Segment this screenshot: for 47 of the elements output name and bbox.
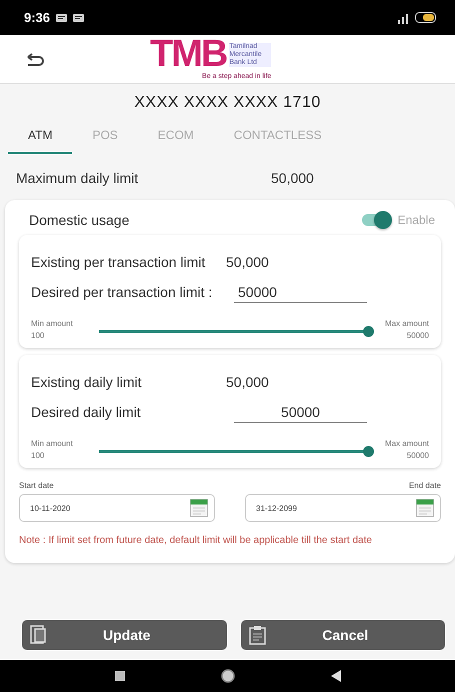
calendar-icon (416, 499, 434, 517)
document-icon (30, 625, 47, 645)
tab[interactable]: ATM (8, 118, 72, 154)
slider-caption: Min amount (31, 319, 73, 328)
amount-input-field[interactable]: 50000 (234, 402, 367, 422)
slider-value: 50000 (406, 451, 429, 460)
recent-apps-button[interactable] (114, 669, 126, 683)
date-field[interactable]: 31-12-2099 (245, 494, 441, 522)
note-text: Note : If limit set from future date, default limit will be applicable till the start date (19, 535, 373, 547)
date-label: Start date (19, 481, 55, 490)
circle-icon (220, 669, 234, 683)
cancel-button[interactable]: Cancel (240, 620, 445, 650)
slider-caption: Max amount (384, 319, 429, 328)
back-nav-button[interactable] (330, 669, 342, 683)
date-value: 31-12-2099 (256, 504, 297, 512)
field-value: 50,000 (226, 254, 269, 270)
square-icon (114, 669, 126, 683)
date-value: 10-11-2020 (30, 504, 70, 512)
field-label: Domestic usage (29, 212, 130, 228)
slider-value: 100 (31, 331, 46, 340)
calendar-icon (190, 499, 208, 517)
toggle-label: Enable (398, 213, 435, 227)
date-field[interactable]: 10-11-2020 (19, 494, 215, 522)
slider-caption: Min amount (31, 439, 73, 448)
field-value: 50,000 (226, 374, 269, 390)
clipboard-icon (248, 625, 266, 645)
slider-caption: Max amount (384, 439, 429, 448)
home-button[interactable] (220, 669, 234, 683)
slider-value: 50000 (406, 331, 429, 340)
field-label: Existing daily limit (31, 374, 142, 390)
field-value: 50,000 (271, 170, 314, 186)
card-number: XXXX XXXX XXXX 1710 (133, 93, 322, 113)
signal-icon (396, 12, 409, 24)
slider-value: 100 (31, 451, 46, 460)
triangle-icon (330, 669, 342, 683)
status-time: 9:36 (24, 10, 50, 25)
logo-text: TMB (150, 37, 226, 71)
amount-input-field[interactable]: 50000 (234, 282, 367, 302)
update-button[interactable]: Update (22, 620, 226, 650)
message-icon (73, 12, 84, 22)
message-icon (56, 12, 68, 22)
field-label: Desired daily limit (31, 404, 142, 420)
field-label: Desired per transaction limit : (31, 284, 214, 300)
battery-icon (415, 12, 437, 23)
field-label: Existing per transaction limit (31, 254, 206, 270)
date-label: End date (408, 481, 441, 490)
field-label: Maximum daily limit (16, 170, 140, 186)
